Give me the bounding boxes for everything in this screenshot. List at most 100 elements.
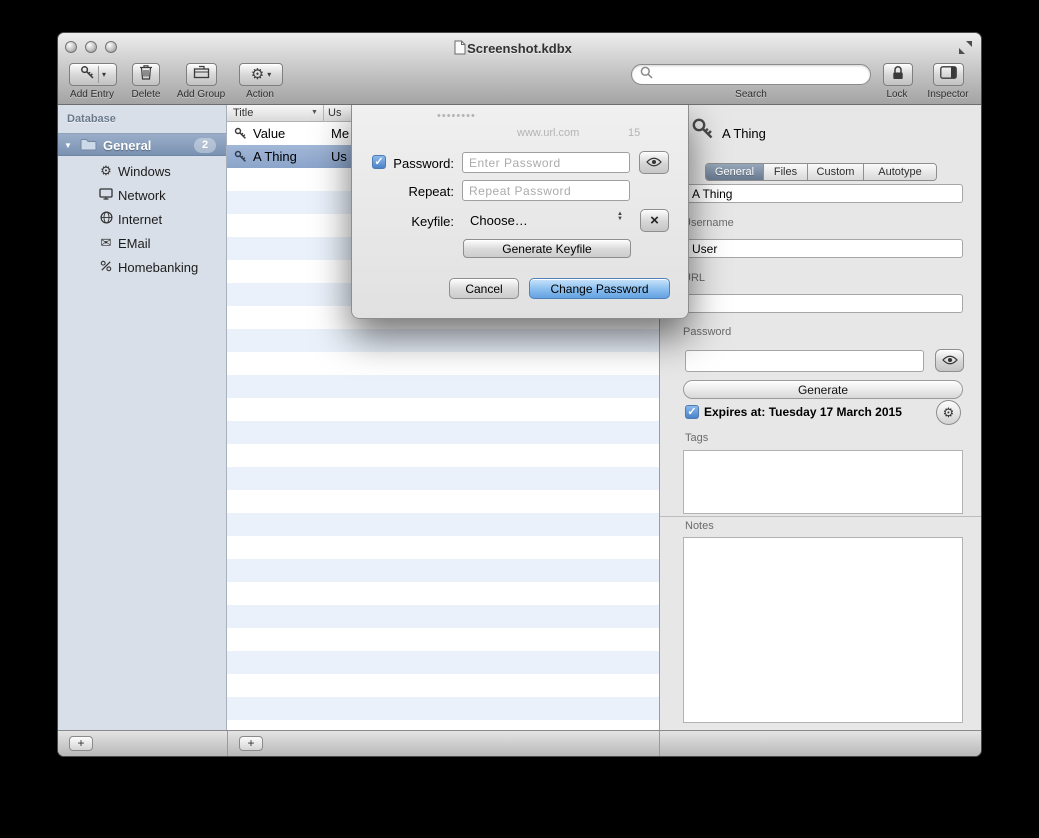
dialog-repeat-input[interactable] xyxy=(462,180,630,201)
sidebar: Database ▼ General 2 ⚙ Windows xyxy=(58,105,227,730)
gear-icon: ⚙ xyxy=(98,163,114,179)
password-field[interactable] xyxy=(685,350,924,372)
ghost-modified: 15 xyxy=(628,127,640,139)
ghost-password-dots: •••••••• xyxy=(437,110,476,122)
sidebar-item-windows[interactable]: ⚙ Windows xyxy=(58,159,226,183)
action-button[interactable]: ⚙ ▾ xyxy=(239,63,283,86)
show-password-button[interactable] xyxy=(639,151,669,174)
sidebar-item-label: Network xyxy=(118,188,166,203)
inspector-entry-title: A Thing xyxy=(722,126,766,141)
lock-button[interactable] xyxy=(883,63,913,86)
entry-title: Value xyxy=(253,126,285,141)
title-field[interactable] xyxy=(685,184,963,203)
change-password-dialog: •••••••• www.url.com 15 ✓ Password: Repe… xyxy=(351,104,689,319)
search-input[interactable] xyxy=(658,68,862,82)
dialog-password-label: Password: xyxy=(352,156,454,171)
add-group-label: Add Group xyxy=(169,89,233,100)
sidebar-item-label: Internet xyxy=(118,212,162,227)
inspector-panel: A Thing General Files Custom Autotype Us… xyxy=(659,105,982,730)
tags-input[interactable] xyxy=(683,450,963,514)
key-icon xyxy=(691,117,714,148)
inspector-label: Inspector xyxy=(916,89,980,100)
sidebar-item-label: EMail xyxy=(118,236,151,251)
ghost-url: www.url.com xyxy=(517,127,579,139)
stepper-icon: ▲▼ xyxy=(617,212,623,222)
tab-custom[interactable]: Custom xyxy=(808,164,864,180)
entry-username: Us xyxy=(331,149,347,164)
bottom-bar: + + xyxy=(58,730,981,756)
window-title: Screenshot.kdbx xyxy=(58,41,981,56)
gear-icon: ⚙ xyxy=(943,405,955,421)
gear-icon: ⚙ xyxy=(251,67,264,82)
change-password-button[interactable]: Change Password xyxy=(529,278,670,299)
fullscreen-icon[interactable] xyxy=(958,40,973,60)
column-header-username[interactable]: Us xyxy=(328,107,341,119)
show-password-button[interactable] xyxy=(935,349,964,372)
keyfile-popup-value: Choose… xyxy=(470,213,528,228)
sidebar-item-label: Homebanking xyxy=(118,260,198,275)
check-icon: ✓ xyxy=(687,406,696,418)
chevron-down-icon: ▾ xyxy=(267,70,271,79)
disclosure-triangle-icon[interactable]: ▼ xyxy=(64,141,72,150)
inspector-button[interactable] xyxy=(933,63,964,86)
action-label: Action xyxy=(228,89,292,100)
sidebar-item-email[interactable]: ✉ EMail xyxy=(58,231,226,255)
section-divider xyxy=(660,516,982,517)
tab-autotype[interactable]: Autotype xyxy=(864,164,936,180)
dialog-password-input[interactable] xyxy=(462,152,630,173)
add-group-button[interactable] xyxy=(186,63,217,86)
dialog-repeat-label: Repeat: xyxy=(352,184,454,199)
add-entry-button[interactable]: ▾ xyxy=(69,63,117,86)
dialog-keyfile-label: Keyfile: xyxy=(352,214,454,229)
column-header-title[interactable]: Title xyxy=(233,107,253,119)
expires-checkbox[interactable]: ✓ xyxy=(685,405,699,419)
tab-files[interactable]: Files xyxy=(764,164,808,180)
expires-label: Expires at: Tuesday 17 March 2015 xyxy=(704,405,902,419)
password-label: Password xyxy=(683,326,731,338)
app-window: Screenshot.kdbx ▾ Add Entry Delete xyxy=(57,32,982,757)
entry-count-badge: 2 xyxy=(194,138,216,153)
inspector-panel-icon xyxy=(940,66,957,84)
window-chrome: Screenshot.kdbx ▾ Add Entry Delete xyxy=(58,33,981,105)
generate-button[interactable]: Generate xyxy=(683,380,963,399)
tab-general[interactable]: General xyxy=(706,164,764,180)
sidebar-section-header: Database xyxy=(67,113,116,125)
sidebar-item-network[interactable]: Network xyxy=(58,183,226,207)
sidebar-item-homebanking[interactable]: Homebanking xyxy=(58,255,226,279)
username-field[interactable] xyxy=(685,239,963,258)
envelope-icon: ✉ xyxy=(98,235,114,251)
cancel-button[interactable]: Cancel xyxy=(449,278,519,299)
expiry-options-button[interactable]: ⚙ xyxy=(936,400,961,425)
eye-icon xyxy=(942,352,958,370)
monitor-icon xyxy=(98,188,114,203)
eye-icon xyxy=(646,154,662,172)
chevron-down-icon: ▾ xyxy=(102,70,106,79)
entry-title: A Thing xyxy=(253,149,297,164)
globe-icon xyxy=(98,211,114,227)
notes-label: Notes xyxy=(685,520,714,532)
column-divider[interactable] xyxy=(323,105,324,122)
close-icon: × xyxy=(650,212,659,229)
clear-keyfile-button[interactable]: × xyxy=(640,209,669,232)
keyfile-popup[interactable]: Choose… ▲▼ xyxy=(462,210,637,232)
delete-button[interactable] xyxy=(132,63,160,86)
key-icon xyxy=(234,150,247,166)
key-icon xyxy=(234,127,247,143)
search-label: Search xyxy=(719,89,783,100)
notes-input[interactable] xyxy=(683,537,963,723)
sidebar-item-internet[interactable]: Internet xyxy=(58,207,226,231)
add-group-plus-button[interactable]: + xyxy=(69,736,93,751)
percent-icon xyxy=(98,260,114,275)
sort-arrow-icon: ▼ xyxy=(311,109,318,116)
sidebar-group-general[interactable]: ▼ General 2 xyxy=(58,133,226,156)
url-field[interactable] xyxy=(685,294,963,313)
add-entry-plus-button[interactable]: + xyxy=(239,736,263,751)
search-field[interactable] xyxy=(631,64,871,85)
generate-keyfile-button[interactable]: Generate Keyfile xyxy=(463,239,631,258)
divider xyxy=(227,731,228,756)
sidebar-item-label: Windows xyxy=(118,164,171,179)
trash-icon xyxy=(139,64,153,85)
lock-icon xyxy=(892,65,904,85)
inspector-tabs: General Files Custom Autotype xyxy=(705,163,937,181)
key-icon xyxy=(80,65,95,85)
